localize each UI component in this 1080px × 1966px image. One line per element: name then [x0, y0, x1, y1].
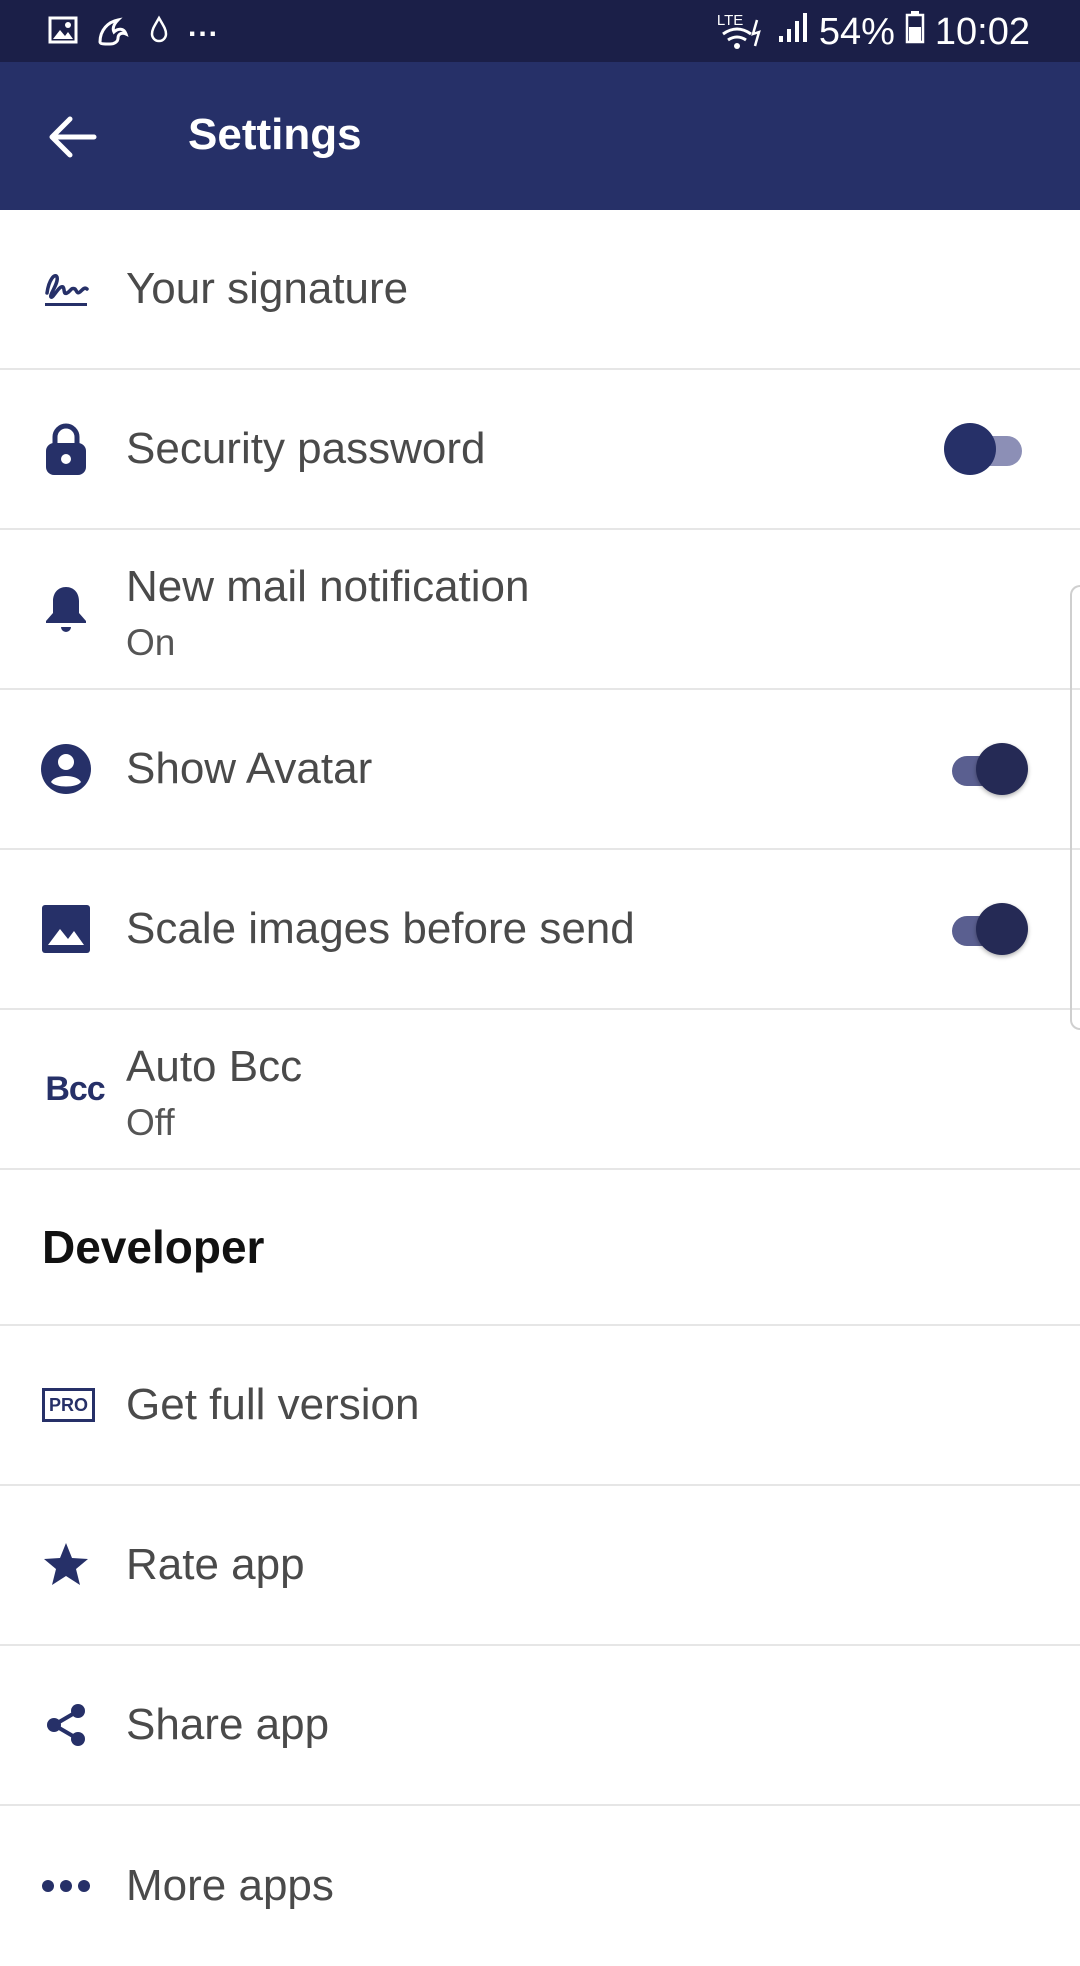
setting-new-mail-notification[interactable]: New mail notification On [0, 530, 1080, 690]
show-avatar-toggle[interactable] [944, 743, 1028, 795]
lte-wifi-icon: LTE [717, 12, 767, 52]
pro-icon: PRO [42, 1377, 112, 1433]
battery-icon [905, 10, 925, 54]
setting-your-signature[interactable]: Your signature [0, 210, 1080, 370]
drop-notification-icon [148, 15, 170, 50]
bell-icon [38, 581, 94, 637]
signature-icon [38, 261, 94, 317]
share-icon [38, 1697, 94, 1753]
bcc-icon-text: Bcc [45, 1069, 105, 1108]
more-notifications-icon: ... [188, 9, 220, 43]
setting-label: More apps [126, 1861, 334, 1910]
setting-value: On [126, 622, 176, 663]
security-password-toggle[interactable] [944, 423, 1028, 475]
signal-icon [777, 10, 809, 54]
setting-label: Share app [126, 1700, 330, 1749]
setting-scale-images[interactable]: Scale images before send [0, 850, 1080, 1010]
section-title: Developer [42, 1221, 265, 1273]
developer-section-header: Developer [0, 1170, 1080, 1326]
setting-auto-bcc[interactable]: Bcc Auto Bcc Off [0, 1010, 1080, 1170]
star-icon [38, 1537, 94, 1593]
browser-notification-icon [96, 14, 130, 51]
page-title: Settings [188, 110, 362, 159]
setting-label: Your signature [126, 264, 409, 313]
toggle-thumb [976, 743, 1028, 795]
back-button[interactable] [40, 104, 106, 170]
image-icon [38, 901, 94, 957]
edge-panel-handle[interactable] [1070, 585, 1080, 1030]
status-notification-icons: ... [48, 10, 219, 51]
setting-get-full-version[interactable]: PRO Get full version [0, 1326, 1080, 1486]
app-bar: Settings [0, 62, 1080, 210]
setting-share-app[interactable]: Share app [0, 1646, 1080, 1806]
setting-label: Auto Bcc [126, 1042, 303, 1091]
setting-show-avatar[interactable]: Show Avatar [0, 690, 1080, 850]
setting-label: Rate app [126, 1540, 305, 1589]
lock-icon [38, 421, 94, 477]
avatar-icon [38, 741, 94, 797]
setting-label: New mail notification [126, 562, 530, 611]
scale-images-toggle[interactable] [944, 903, 1028, 955]
setting-label: Security password [126, 424, 486, 473]
clock: 10:02 [934, 10, 1030, 53]
setting-rate-app[interactable]: Rate app [0, 1486, 1080, 1646]
setting-label: Show Avatar [126, 744, 373, 793]
setting-security-password[interactable]: Security password [0, 370, 1080, 530]
battery-percent: 54% [818, 10, 895, 53]
setting-more-apps[interactable]: More apps [0, 1806, 1080, 1966]
status-bar: ... LTE 54% 10:02 [0, 0, 1080, 62]
more-dots-icon [38, 1858, 94, 1914]
setting-label: Scale images before send [126, 904, 635, 953]
status-system-icons: LTE 54% 10:02 [717, 10, 1030, 54]
back-arrow-icon [49, 116, 97, 158]
bcc-icon: Bcc [40, 1061, 110, 1117]
setting-value: Off [126, 1102, 175, 1143]
gallery-notification-icon [48, 15, 78, 50]
pro-icon-text: PRO [42, 1388, 96, 1422]
toggle-thumb [944, 423, 996, 475]
setting-label: Get full version [126, 1380, 420, 1429]
toggle-thumb [976, 903, 1028, 955]
settings-list: Your signature Security password New mai… [0, 210, 1080, 1966]
